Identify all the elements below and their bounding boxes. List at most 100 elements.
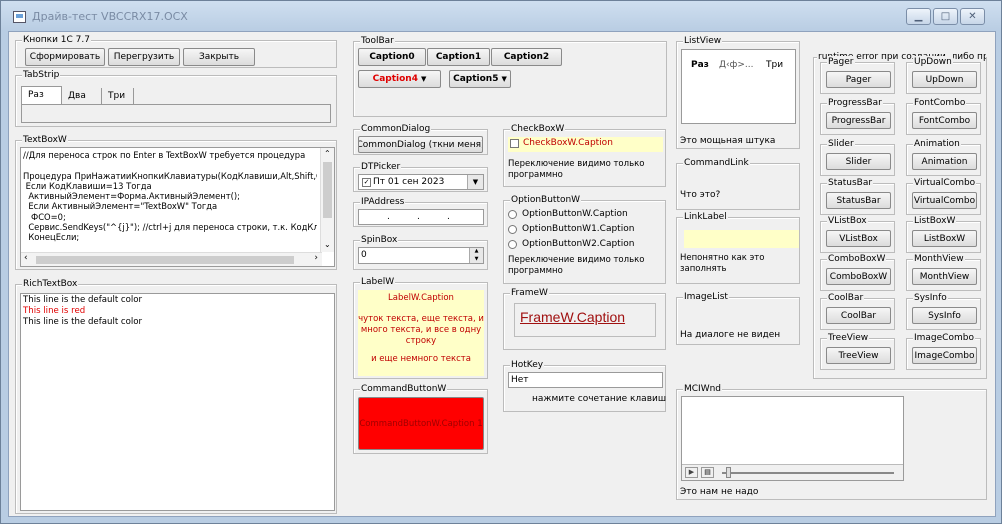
virtualcombo-button[interactable]: VirtualCombo [912,192,977,209]
textboxw-line [23,160,317,170]
statusbar-button[interactable]: StatusBar [826,192,891,209]
rich-line-1: This line is the default color [23,295,143,305]
slider-button[interactable]: Slider [826,153,891,170]
commandbuttonw-button[interactable]: CommandButtonW.Caption 1 [358,397,484,450]
checkboxw-box[interactable] [510,139,519,148]
mciwnd-control[interactable]: ▶ ▤ [681,396,904,481]
zakryt-button[interactable]: Закрыть [183,48,255,66]
listboxw-button[interactable]: ListBoxW [912,230,977,247]
group-label: TreeView [827,332,870,344]
group-label: ProgressBar [827,97,883,109]
linklabel-control[interactable] [684,230,799,248]
play-icon[interactable]: ▶ [685,467,698,478]
optionbuttonw-note: Переключение видимо только программно [508,255,645,276]
monthview-button[interactable]: MonthView [912,268,977,285]
coolbar-button[interactable]: CoolBar [826,307,891,324]
framew-label: FrameW [510,287,549,299]
group-coolbar: CoolBar CoolBar [820,292,895,330]
checkboxw-control[interactable]: CheckBoxW.Caption [508,137,663,152]
group-label: VListBox [827,215,868,227]
group-vlistbox: VListBox VListBox [820,215,895,253]
commandlink-text[interactable]: Что это? [680,190,720,200]
textboxw-vscrollbar[interactable]: ⌃ ⌄ [320,148,334,252]
rich-line-3: This line is the default color [23,317,143,327]
scroll-up-icon[interactable]: ⌃ [324,149,331,158]
listview-item-0[interactable]: Раз [691,60,709,70]
listview-item-2[interactable]: Три [766,60,783,70]
toolbar-caption2-button[interactable]: Caption2 [491,48,562,66]
scroll-left-icon[interactable]: ‹ [24,253,28,263]
hotkey-input[interactable]: Нет [508,372,663,388]
group-label: ImageCombo [913,332,975,344]
group-label: Pager [827,56,855,68]
tab-panel [21,104,331,123]
mciwnd-slider-thumb[interactable] [726,467,731,478]
checkboxw-note: Переключение видимо только программно [508,159,645,180]
group-label: FontCombo [913,97,967,109]
tabstrip-label: TabStrip [22,69,61,81]
scroll-down-icon[interactable]: ⌄ [324,240,331,249]
listview-control[interactable]: Раз Д‹ф>... Три [681,49,796,124]
group-label: Animation [913,138,961,150]
linklabel-note: Непонятно как это заполнять [680,253,765,274]
linklabel-frame: LinkLabel Непонятно как это заполнять [676,211,800,284]
toolbar-caption5-button[interactable]: Caption5 ▼ [449,70,511,88]
spinbox-input[interactable]: 0 ▲ ▼ [358,247,484,264]
toolbar-caption4-button[interactable]: Caption4 ▼ [358,70,441,88]
tab-tri[interactable]: Три [102,88,134,104]
pager-button[interactable]: Pager [826,71,891,88]
commondialog-button[interactable]: CommonDialog (ткни меня) [358,136,483,153]
sysinfo-button[interactable]: SysInfo [912,307,977,324]
treeview-button[interactable]: TreeView [826,347,891,364]
rich-line-2: This line is red [23,306,86,316]
scroll-right-icon[interactable]: › [314,253,318,263]
vlistbox-button[interactable]: VListBox [826,230,891,247]
maximize-button[interactable]: □ [933,8,958,25]
imagelist-frame: ImageList На диалоге не виден [676,291,800,345]
imagecombo-button[interactable]: ImageCombo [912,347,977,364]
comboboxw-button[interactable]: ComboBoxW [826,268,891,285]
dropdown-arrow-icon: ▼ [501,75,507,83]
minimize-button[interactable]: ▁ [906,8,931,25]
ipaddress-label: IPAddress [360,196,406,208]
commandbuttonw-label: CommandButtonW [360,383,448,395]
group-label: ListBoxW [913,215,957,227]
mciwnd-slider-track[interactable] [722,472,894,474]
toolbar-caption1-button[interactable]: Caption1 [427,48,490,66]
dropdown-arrow-icon: ▼ [420,75,427,83]
animation-button[interactable]: Animation [912,153,977,170]
textboxw-input[interactable]: //Для переноса строк по Enter в TextBoxW… [20,147,335,267]
dtpicker-checkbox[interactable]: ✓ [362,178,371,187]
listview-item-1[interactable]: Д‹ф>... [719,60,753,70]
updown-button[interactable]: UpDown [912,71,977,88]
progressbar-button[interactable]: ProgressBar [826,112,891,129]
group-pager: Pager Pager [820,56,895,94]
ipaddress-frame: IPAddress ... [353,196,488,227]
calendar-dropdown-icon[interactable]: ▼ [467,175,483,189]
textboxw-hscrollbar[interactable]: ‹ › [21,252,322,266]
toolbar-caption0-button[interactable]: Caption0 [358,48,426,66]
peregruzit-button[interactable]: Перегрузить [108,48,180,66]
group-virtualcombo: VirtualCombo VirtualCombo [906,177,981,215]
group-progressbar: ProgressBar ProgressBar [820,97,895,135]
listview-label: ListView [683,35,723,47]
scroll-thumb[interactable] [323,162,332,218]
hscroll-thumb[interactable] [36,256,294,264]
tab-dva[interactable]: Два [62,88,102,104]
textboxw-line: АктивныйЭлемент=Форма.АктивныйЭлемент(); [23,191,240,202]
richtextbox-input[interactable]: This line is the default color This line… [20,293,335,511]
group-comboboxw: ComboBoxW ComboBoxW [820,253,895,291]
mciwnd-label: MCIWnd [683,383,723,395]
spin-down-icon[interactable]: ▼ [469,256,483,263]
tab-raz[interactable]: Раз [21,86,62,104]
spin-up-icon[interactable]: ▲ [469,248,483,256]
knopki-frame: Кнопки 1С 7.7 Сформировать Перегрузить З… [15,34,337,68]
spinbox-label: SpinBox [360,234,399,246]
dtpicker-input[interactable]: ✓ Пт 01 сен 2023 ▼ [358,174,484,190]
close-button[interactable]: ✕ [960,8,985,25]
sformirovat-button[interactable]: Сформировать [25,48,105,66]
fontcombo-button[interactable]: FontCombo [912,112,977,129]
ipaddress-input[interactable]: ... [358,209,484,225]
tabstrip-frame: TabStrip Раз Два Три [15,69,337,127]
menu-icon[interactable]: ▤ [701,467,714,478]
